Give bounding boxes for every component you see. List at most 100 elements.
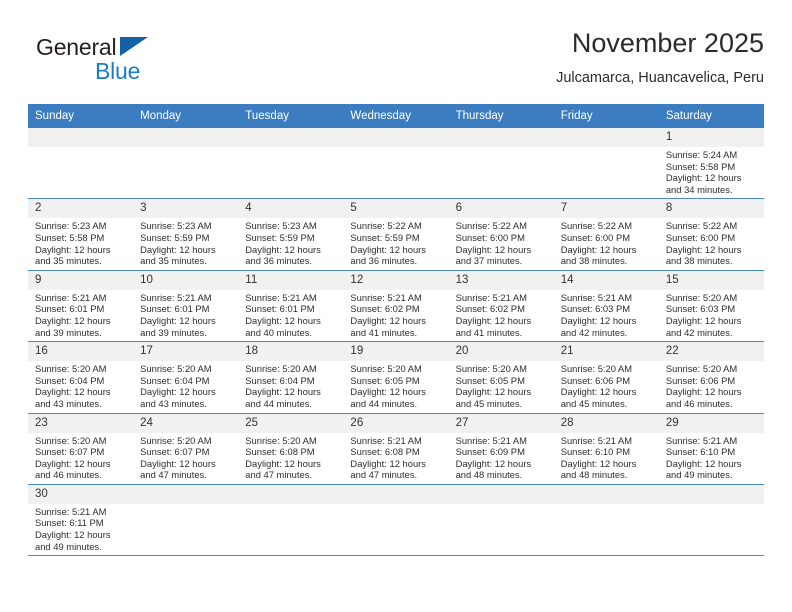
- day-detail-line: Daylight: 12 hours: [35, 314, 111, 326]
- day-detail-line: Sunset: 5:59 PM: [245, 231, 315, 243]
- day-detail-line: Sunrise: 5:21 AM: [140, 291, 212, 303]
- calendar-day-cell-empty: [133, 484, 239, 557]
- day-detail-line: Daylight: 12 hours: [35, 529, 111, 541]
- calendar-day-cell[interactable]: 14 Sunrise: 5:21 AM Sunset: 6:03 PM Dayligh…: [553, 270, 659, 343]
- day-sun-details: Sunrise: 5:21 AM Sunset: 6:10 PM Daylight:…: [554, 433, 659, 484]
- day-number: 11: [238, 270, 344, 290]
- day-detail-line: Sunrise: 5:20 AM: [560, 363, 633, 375]
- day-number: 12: [343, 270, 449, 290]
- weekday-header-monday: Monday: [133, 104, 239, 128]
- calendar-day-cell[interactable]: 22 Sunrise: 5:20 AM Sunset: 6:06 PM Dayligh…: [658, 341, 764, 414]
- day-sun-details: Sunrise: 5:21 AM Sunset: 6:02 PM Daylight:…: [449, 290, 554, 341]
- calendar-day-cell[interactable]: 4 Sunrise: 5:23 AM Sunset: 5:59 PM Daylight…: [238, 198, 344, 271]
- day-number: [133, 128, 239, 147]
- calendar-day-cell[interactable]: 30 Sunrise: 5:21 AM Sunset: 6:11 PM Dayligh…: [28, 484, 134, 557]
- day-detail-line: and 41 minutes.: [350, 326, 418, 338]
- day-detail-line: Daylight: 12 hours: [665, 386, 742, 398]
- calendar-day-cell[interactable]: 10 Sunrise: 5:21 AM Sunset: 6:01 PM Dayligh…: [133, 270, 239, 343]
- general-blue-logo[interactable]: General Blue: [36, 34, 226, 90]
- day-detail-line: Sunrise: 5:21 AM: [455, 434, 527, 446]
- day-number: 26: [343, 413, 449, 433]
- calendar-day-cell-empty: [343, 128, 449, 200]
- calendar-day-cell[interactable]: 26 Sunrise: 5:21 AM Sunset: 6:08 PM Dayligh…: [343, 413, 449, 485]
- calendar-day-cell[interactable]: 1 Sunrise: 5:24 AM Sunset: 5:58 PM Daylight…: [658, 128, 764, 200]
- day-detail-line: Sunset: 6:05 PM: [350, 374, 420, 386]
- calendar-day-cell[interactable]: 18 Sunrise: 5:20 AM Sunset: 6:04 PM Dayligh…: [238, 341, 344, 414]
- day-detail-line: Sunset: 6:06 PM: [560, 374, 631, 386]
- calendar-day-cell[interactable]: 7 Sunrise: 5:22 AM Sunset: 6:00 PM Daylight…: [553, 198, 659, 271]
- calendar-day-cell[interactable]: 16 Sunrise: 5:20 AM Sunset: 6:04 PM Dayligh…: [28, 341, 134, 414]
- day-detail-line: Sunset: 6:10 PM: [665, 446, 736, 458]
- day-detail-line: Sunrise: 5:24 AM: [665, 149, 738, 160]
- day-sun-details: Sunrise: 5:24 AM Sunset: 5:58 PM Daylight:…: [659, 147, 764, 198]
- calendar-day-cell[interactable]: 24 Sunrise: 5:20 AM Sunset: 6:07 PM Dayligh…: [133, 413, 239, 485]
- calendar-grid: Sunday Monday Tuesday Wednesday Thursday Frid…: [28, 104, 764, 557]
- calendar-day-cell[interactable]: 6 Sunrise: 5:22 AM Sunset: 6:00 PM Daylight…: [448, 198, 554, 271]
- day-number: 28: [553, 413, 659, 433]
- calendar-day-cell[interactable]: 13 Sunrise: 5:21 AM Sunset: 6:02 PM Dayligh…: [448, 270, 554, 343]
- day-detail-line: and 44 minutes.: [245, 397, 312, 409]
- day-detail-line: Sunset: 6:01 PM: [35, 303, 105, 315]
- page-subtitle: Julcamarca, Huancavelica, Peru: [556, 70, 764, 86]
- day-number: 8: [658, 199, 764, 219]
- calendar-day-cell[interactable]: 8 Sunrise: 5:22 AM Sunset: 6:00 PM Daylight…: [658, 198, 764, 271]
- calendar-day-cell[interactable]: 23 Sunrise: 5:20 AM Sunset: 6:07 PM Dayligh…: [28, 413, 134, 485]
- calendar-day-cell[interactable]: 5 Sunrise: 5:22 AM Sunset: 5:59 PM Daylight…: [343, 198, 449, 271]
- day-number: 17: [133, 342, 239, 362]
- calendar-body: 1 Sunrise: 5:24 AM Sunset: 5:58 PM Daylight…: [28, 128, 764, 557]
- day-detail-line: Daylight: 12 hours: [140, 386, 216, 398]
- day-detail-line: Sunrise: 5:22 AM: [350, 220, 422, 232]
- day-number: 1: [658, 128, 764, 147]
- calendar-day-cell[interactable]: 9 Sunrise: 5:21 AM Sunset: 6:01 PM Daylight…: [28, 270, 134, 343]
- calendar-day-cell[interactable]: 19 Sunrise: 5:20 AM Sunset: 6:05 PM Dayligh…: [343, 341, 449, 414]
- day-detail-line: Daylight: 12 hours: [35, 457, 111, 469]
- calendar-day-cell[interactable]: 28 Sunrise: 5:21 AM Sunset: 6:10 PM Dayligh…: [553, 413, 659, 485]
- day-detail-line: and 46 minutes.: [665, 397, 733, 409]
- day-sun-details: Sunrise: 5:22 AM Sunset: 6:00 PM Daylight:…: [554, 218, 659, 269]
- calendar-day-cell[interactable]: 20 Sunrise: 5:20 AM Sunset: 6:05 PM Dayligh…: [448, 341, 554, 414]
- day-sun-details: Sunrise: 5:21 AM Sunset: 6:01 PM Daylight:…: [28, 290, 133, 341]
- calendar-day-cell[interactable]: 21 Sunrise: 5:20 AM Sunset: 6:06 PM Dayligh…: [553, 341, 659, 414]
- page-title: November 2025: [571, 28, 764, 58]
- day-detail-line: and 45 minutes.: [560, 397, 628, 409]
- calendar-day-cell[interactable]: 15 Sunrise: 5:20 AM Sunset: 6:03 PM Dayligh…: [658, 270, 764, 343]
- day-detail-line: and 39 minutes.: [35, 326, 102, 338]
- day-detail-line: Sunset: 6:01 PM: [140, 303, 210, 315]
- day-sun-details: Sunrise: 5:21 AM Sunset: 6:02 PM Daylight:…: [343, 290, 448, 341]
- calendar-header-row: Sunday Monday Tuesday Wednesday Thursday Frid…: [28, 104, 764, 128]
- day-detail-line: Sunrise: 5:20 AM: [140, 434, 212, 446]
- day-number: 6: [448, 199, 554, 219]
- day-detail-line: and 45 minutes.: [455, 397, 523, 409]
- day-detail-line: Daylight: 12 hours: [455, 314, 532, 326]
- day-detail-line: Sunset: 6:09 PM: [455, 446, 525, 458]
- day-detail-line: Daylight: 12 hours: [35, 386, 111, 398]
- day-sun-details: Sunrise: 5:21 AM Sunset: 6:03 PM Daylight:…: [554, 290, 659, 341]
- calendar-day-cell[interactable]: 3 Sunrise: 5:23 AM Sunset: 5:59 PM Daylight…: [133, 198, 239, 271]
- day-sun-details: Sunrise: 5:20 AM Sunset: 6:08 PM Daylight:…: [238, 433, 343, 484]
- calendar-day-cell[interactable]: 27 Sunrise: 5:21 AM Sunset: 6:09 PM Dayligh…: [448, 413, 554, 485]
- calendar-day-cell[interactable]: 29 Sunrise: 5:21 AM Sunset: 6:10 PM Dayligh…: [658, 413, 764, 485]
- calendar-day-cell[interactable]: 17 Sunrise: 5:20 AM Sunset: 6:04 PM Dayligh…: [133, 341, 239, 414]
- calendar-day-cell-empty: [343, 484, 449, 557]
- calendar-day-cell[interactable]: 12 Sunrise: 5:21 AM Sunset: 6:02 PM Dayligh…: [343, 270, 449, 343]
- day-sun-details: Sunrise: 5:20 AM Sunset: 6:05 PM Daylight:…: [449, 361, 554, 412]
- day-number: [238, 128, 344, 147]
- day-sun-details: Sunrise: 5:20 AM Sunset: 6:03 PM Daylight:…: [659, 290, 764, 341]
- day-detail-line: Sunset: 6:00 PM: [560, 231, 631, 243]
- day-number: 22: [658, 342, 764, 362]
- day-sun-details: Sunrise: 5:20 AM Sunset: 6:07 PM Daylight:…: [133, 433, 238, 484]
- calendar-day-cell[interactable]: 2 Sunrise: 5:23 AM Sunset: 5:58 PM Daylight…: [28, 198, 134, 271]
- calendar-day-cell[interactable]: 11 Sunrise: 5:21 AM Sunset: 6:01 PM Dayligh…: [238, 270, 344, 343]
- day-number: 29: [658, 413, 764, 433]
- calendar-day-cell[interactable]: 25 Sunrise: 5:20 AM Sunset: 6:08 PM Dayligh…: [238, 413, 344, 485]
- day-sun-details: Sunrise: 5:23 AM Sunset: 5:59 PM Daylight:…: [133, 218, 238, 269]
- title-block: November 2025 Julcamarca, Huancavelica, …: [556, 26, 764, 89]
- day-detail-line: Sunrise: 5:23 AM: [140, 220, 212, 232]
- day-detail-line: Sunrise: 5:22 AM: [665, 220, 738, 232]
- calendar-week-row: 9 Sunrise: 5:21 AM Sunset: 6:01 PM Daylight…: [28, 270, 764, 343]
- logo-text-blue: Blue: [95, 58, 141, 84]
- day-number: [658, 484, 764, 504]
- day-detail-line: Sunset: 5:59 PM: [350, 231, 420, 243]
- day-number: 20: [448, 342, 554, 362]
- day-detail-line: Sunrise: 5:22 AM: [560, 220, 633, 232]
